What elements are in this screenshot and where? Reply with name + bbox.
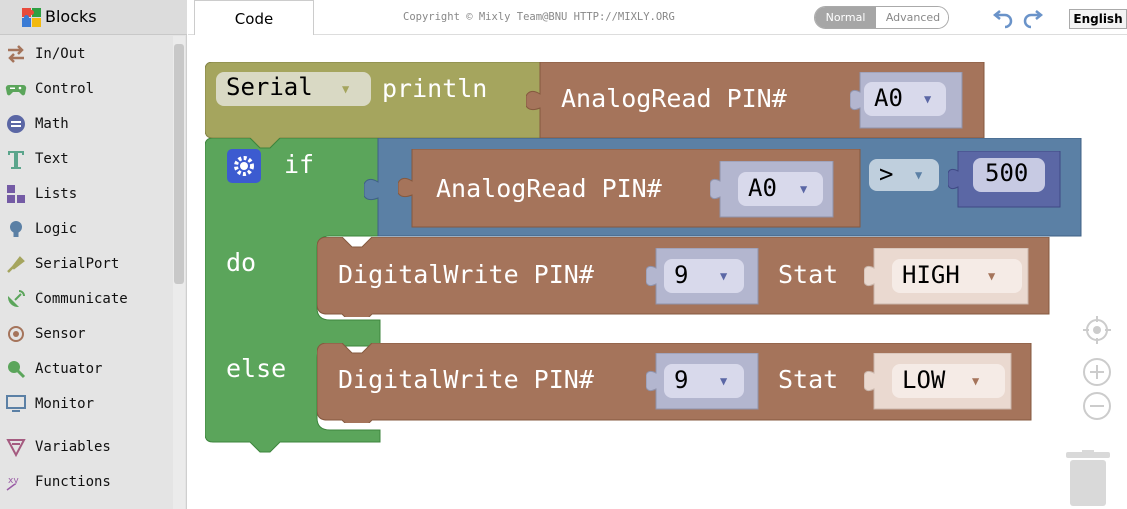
stat-label: Stat: [778, 260, 839, 289]
number-field[interactable]: 500: [973, 158, 1045, 192]
category-label: Text: [35, 151, 69, 167]
category-label: Control: [35, 81, 95, 97]
if-label: if: [284, 150, 315, 179]
pin-value: 9: [674, 366, 689, 394]
mode-toggle: Normal Advanced: [814, 6, 949, 29]
language-select[interactable]: English: [1069, 9, 1127, 29]
chevron-down-icon: ▼: [972, 374, 980, 388]
trash-icon[interactable]: [1066, 450, 1110, 506]
satellite-icon: [7, 290, 25, 308]
serial-dropdown-value: Serial: [226, 73, 313, 101]
category-label: Logic: [35, 221, 78, 237]
category-monitor[interactable]: Monitor: [0, 391, 172, 419]
category-label: Communicate: [35, 291, 128, 307]
variables-icon: [6, 439, 26, 458]
text-t-icon: [8, 151, 24, 169]
blockly-workspace[interactable]: Serial ▼ println AnalogRead PIN# A0 ▼ if…: [188, 36, 1127, 509]
operator-value: >: [879, 160, 894, 188]
mode-normal-button[interactable]: Normal: [815, 7, 876, 28]
do-label: do: [226, 248, 257, 277]
mixly-app: Blocks In/Out Control Math Text Lists Lo…: [0, 0, 1127, 509]
serialport-icon: [7, 256, 25, 273]
mode-advanced-button[interactable]: Advanced: [876, 7, 948, 28]
undo-icon[interactable]: [991, 5, 1015, 29]
tab-code[interactable]: Code: [194, 0, 314, 35]
number-value: 500: [985, 159, 1029, 187]
blocks-title: Blocks: [45, 7, 97, 26]
digitalwrite-label: DigitalWrite PIN#: [338, 260, 594, 289]
chevron-down-icon: ▼: [924, 92, 932, 106]
category-label: Monitor: [35, 396, 95, 412]
copyright-text: Copyright © Mixly Team@BNU HTTP://MIXLY.…: [403, 11, 675, 23]
chevron-down-icon: ▼: [988, 269, 996, 283]
category-sensor[interactable]: Sensor: [0, 321, 172, 349]
category-label: SerialPort: [35, 256, 120, 272]
category-math[interactable]: Math: [0, 111, 172, 139]
category-actuator[interactable]: Actuator: [0, 356, 172, 384]
math-icon: [7, 115, 25, 133]
sensor-icon: [8, 326, 24, 342]
block-category-sidebar: Blocks In/Out Control Math Text Lists Lo…: [0, 0, 187, 509]
chevron-down-icon: ▼: [720, 374, 728, 388]
pin-value: 9: [674, 261, 689, 289]
category-label: Variables: [35, 439, 111, 455]
category-control[interactable]: Control: [0, 76, 172, 104]
zoom-in-icon[interactable]: [1082, 357, 1112, 387]
println-label: println: [382, 74, 488, 103]
digitalwrite-label: DigitalWrite PIN#: [338, 365, 594, 394]
stat-dropdown[interactable]: HIGH ▼: [892, 259, 1022, 293]
sidebar-scrollbar[interactable]: [174, 44, 184, 284]
category-serialport[interactable]: SerialPort: [0, 251, 172, 279]
else-label: else: [226, 354, 287, 383]
blocks-header: Blocks: [0, 0, 187, 35]
operator-dropdown[interactable]: > ▼: [869, 159, 939, 191]
category-label: Functions: [35, 474, 111, 490]
functions-icon: xy: [6, 476, 19, 491]
category-functions[interactable]: xy Functions: [0, 469, 172, 497]
pin-dropdown[interactable]: 9 ▼: [664, 259, 744, 293]
in-out-icon: [8, 45, 24, 63]
chevron-down-icon: ▼: [800, 182, 808, 196]
category-label: Lists: [35, 186, 78, 202]
puzzle-logo-icon: [22, 8, 41, 27]
chevron-down-icon: ▼: [915, 168, 923, 182]
chevron-down-icon: ▼: [720, 269, 728, 283]
category-label: In/Out: [35, 46, 86, 62]
category-logic[interactable]: Logic: [0, 216, 172, 244]
actuator-icon: [8, 361, 26, 379]
monitor-icon: [6, 395, 26, 412]
zoom-center-icon[interactable]: [1082, 315, 1112, 345]
analogread-label: AnalogRead PIN#: [561, 84, 787, 113]
category-text[interactable]: Text: [0, 146, 172, 174]
category-label: Math: [35, 116, 69, 132]
pin-dropdown[interactable]: A0 ▼: [864, 82, 946, 116]
category-in-out[interactable]: In/Out: [0, 41, 172, 69]
stat-value: LOW: [902, 366, 946, 394]
category-label: Actuator: [35, 361, 103, 377]
redo-icon[interactable]: [1021, 5, 1045, 29]
bulb-icon: [10, 221, 22, 237]
serial-dropdown[interactable]: Serial ▼: [216, 72, 371, 106]
category-communicate[interactable]: Communicate: [0, 286, 172, 314]
gear-icon[interactable]: [227, 149, 261, 183]
analogread-label: AnalogRead PIN#: [436, 174, 662, 203]
pin-value: A0: [874, 84, 903, 112]
stat-label: Stat: [778, 365, 839, 394]
category-variables[interactable]: Variables: [0, 434, 172, 462]
pin-value: A0: [748, 174, 777, 202]
category-lists[interactable]: Lists: [0, 181, 172, 209]
chevron-down-icon: ▼: [342, 82, 350, 96]
gamepad-icon: [5, 84, 27, 96]
stat-dropdown[interactable]: LOW ▼: [892, 364, 1005, 398]
category-label: Sensor: [35, 326, 86, 342]
pin-dropdown[interactable]: 9 ▼: [664, 364, 744, 398]
top-bar: Code Copyright © Mixly Team@BNU HTTP://M…: [188, 0, 1127, 35]
lists-icon: [7, 185, 25, 203]
zoom-out-icon[interactable]: [1082, 391, 1112, 421]
stat-value: HIGH: [902, 261, 960, 289]
pin-dropdown[interactable]: A0 ▼: [738, 172, 823, 206]
